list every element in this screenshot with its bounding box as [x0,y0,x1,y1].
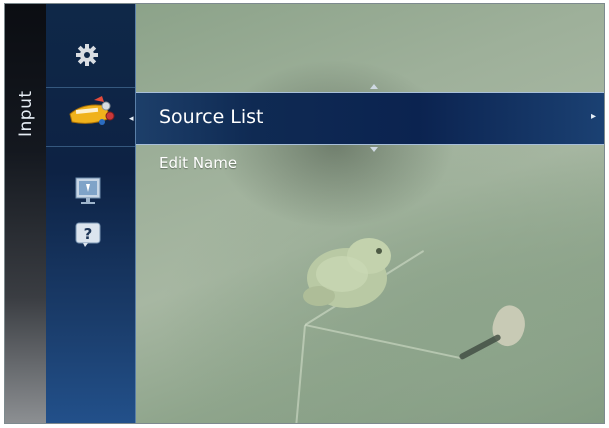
menu-item-source-list[interactable]: Source List ▸ [136,92,604,145]
menu-item-label: Source List [159,106,264,128]
scroll-down-icon[interactable] [370,147,378,152]
icon-rail: ◂ ? [46,4,136,423]
menu-item-edit-name[interactable]: Edit Name [159,154,237,172]
rail-divider [46,146,135,147]
svg-text:?: ? [84,225,93,243]
help-icon[interactable]: ? [75,222,101,248]
leaf-vein [304,324,462,360]
gear-icon[interactable] [76,44,98,66]
support-icon[interactable] [74,174,102,206]
arrow-left-icon: ◂ [129,114,134,124]
input-tab-label: Input [16,90,36,138]
leaf-vein [293,324,306,423]
rail-divider [46,87,135,88]
frog-image [303,238,391,308]
chevron-right-icon: ▸ [590,111,596,122]
input-source-icon[interactable] [66,92,118,132]
input-tab[interactable]: Input [5,4,46,423]
scroll-up-icon[interactable] [370,84,378,89]
leaf-crack [458,333,502,361]
tv-menu-screen: Input ◂ ? Source List ▸ Edit Name [4,3,605,424]
